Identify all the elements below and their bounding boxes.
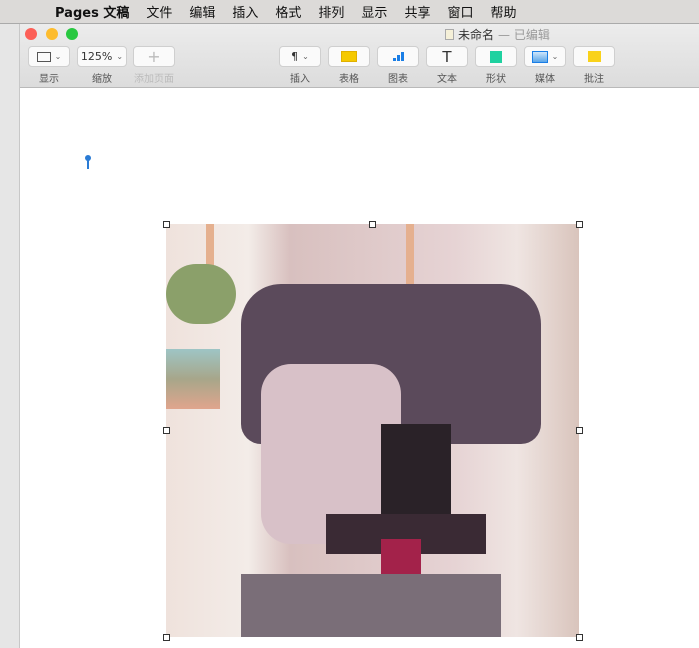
menu-pages[interactable]: Pages 文稿 [55,2,129,21]
zoom-label: 缩放 [92,74,112,85]
document-name: 未命名 [458,28,495,42]
comment-icon [587,51,601,62]
close-button[interactable] [25,28,37,40]
add-page-button[interactable]: + [133,46,175,67]
shape-button[interactable] [475,46,517,67]
chevron-down-icon: ⌄ [116,52,124,61]
toolbar: 未命名 — 已编辑 ⌄ 显示 125% ⌄ 缩放 + 添加页面 ¶ ⌄ 插入 表格 … [20,24,699,88]
chevron-down-icon: ⌄ [551,52,559,61]
text-cursor [85,155,91,169]
add-page-label: 添加页面 [134,74,174,85]
comment-button[interactable] [573,46,615,67]
text-label: 文本 [437,74,457,85]
view-button[interactable]: ⌄ [28,46,70,67]
text-button[interactable]: T [426,46,468,67]
chevron-down-icon: ⌄ [54,52,62,61]
resize-handle-top[interactable] [369,221,376,228]
comment-tool[interactable]: 批注 [573,46,615,85]
menu-window[interactable]: 窗口 [447,2,473,21]
resize-handle-top-right[interactable] [576,221,583,228]
media-tool[interactable]: ⌄ 媒体 [524,46,566,85]
pages-window: 未命名 — 已编辑 ⌄ 显示 125% ⌄ 缩放 + 添加页面 ¶ ⌄ 插入 表格 … [20,24,699,648]
zoom-tool[interactable]: 125% ⌄ 缩放 [77,46,127,85]
background-window-edge [0,24,20,648]
zoom-value: 125% [80,50,113,63]
view-label: 显示 [39,74,59,85]
chart-label: 图表 [388,74,408,85]
plus-icon: + [147,47,161,66]
edit-status: — 已编辑 [498,28,550,42]
selected-image[interactable] [163,221,583,641]
menu-view[interactable]: 显示 [361,2,387,21]
menu-edit[interactable]: 编辑 [189,2,215,21]
chart-tool[interactable]: 图表 [377,46,419,85]
image-icon [531,50,548,63]
text-icon: T [442,47,452,66]
view-tool[interactable]: ⌄ 显示 [28,46,70,85]
document-page[interactable] [20,89,699,648]
resize-handle-top-left[interactable] [163,221,170,228]
resize-handle-right[interactable] [576,427,583,434]
paragraph-icon: ¶ [291,50,299,63]
shape-icon [490,50,502,63]
zoom-select[interactable]: 125% ⌄ [77,46,127,67]
table-label: 表格 [339,74,359,85]
minimize-button[interactable] [46,28,58,40]
menu-arrange[interactable]: 排列 [318,2,344,21]
table-button[interactable] [328,46,370,67]
pixelated-dog-photo [166,224,579,637]
shape-tool[interactable]: 形状 [475,46,517,85]
menu-insert[interactable]: 插入 [232,2,258,21]
window-title: 未命名 — 已编辑 [445,26,550,43]
table-tool[interactable]: 表格 [328,46,370,85]
insert-label: 插入 [290,74,310,85]
menu-bar: Pages 文稿 文件 编辑 插入 格式 排列 显示 共享 窗口 帮助 [0,0,699,24]
resize-handle-bottom-right[interactable] [576,634,583,641]
menu-share[interactable]: 共享 [404,2,430,21]
chart-button[interactable] [377,46,419,67]
chart-icon [392,52,404,61]
add-page-tool[interactable]: + 添加页面 [133,46,175,85]
media-label: 媒体 [535,74,555,85]
menu-format[interactable]: 格式 [275,2,301,21]
table-icon [341,51,357,62]
resize-handle-left[interactable] [163,427,170,434]
shape-label: 形状 [486,74,506,85]
insert-button[interactable]: ¶ ⌄ [279,46,321,67]
media-button[interactable]: ⌄ [524,46,566,67]
resize-handle-bottom-left[interactable] [163,634,170,641]
menu-file[interactable]: 文件 [146,2,172,21]
chevron-down-icon: ⌄ [302,52,309,61]
zoom-window-button[interactable] [66,28,78,40]
menu-help[interactable]: 帮助 [490,2,516,21]
insert-tool[interactable]: ¶ ⌄ 插入 [279,46,321,85]
sidebar-layout-icon [36,51,51,62]
text-tool[interactable]: T 文本 [426,46,468,85]
document-icon [445,29,454,40]
comment-label: 批注 [584,74,604,85]
